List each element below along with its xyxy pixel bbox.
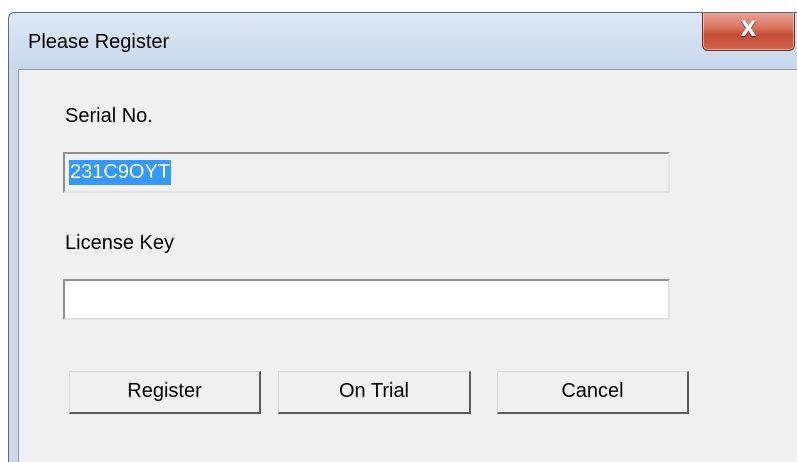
close-icon: X (740, 17, 757, 41)
dialog-body: Serial No. 231C9OYT License Key Register… (18, 69, 797, 462)
on-trial-button[interactable]: On Trial (278, 371, 471, 414)
serial-number-value: 231C9OYT (69, 160, 172, 185)
window-title: Please Register (28, 31, 170, 53)
register-button[interactable]: Register (69, 371, 261, 414)
license-key-label: License Key (65, 232, 174, 254)
close-button[interactable]: X (702, 13, 795, 51)
license-key-field[interactable] (63, 279, 670, 320)
title-bar[interactable]: Please Register X (9, 13, 797, 69)
cancel-button[interactable]: Cancel (497, 371, 689, 414)
serial-number-label: Serial No. (65, 105, 153, 127)
serial-number-field[interactable]: 231C9OYT (63, 152, 670, 193)
register-dialog: Please Register X Serial No. 231C9OYT Li… (8, 12, 797, 462)
